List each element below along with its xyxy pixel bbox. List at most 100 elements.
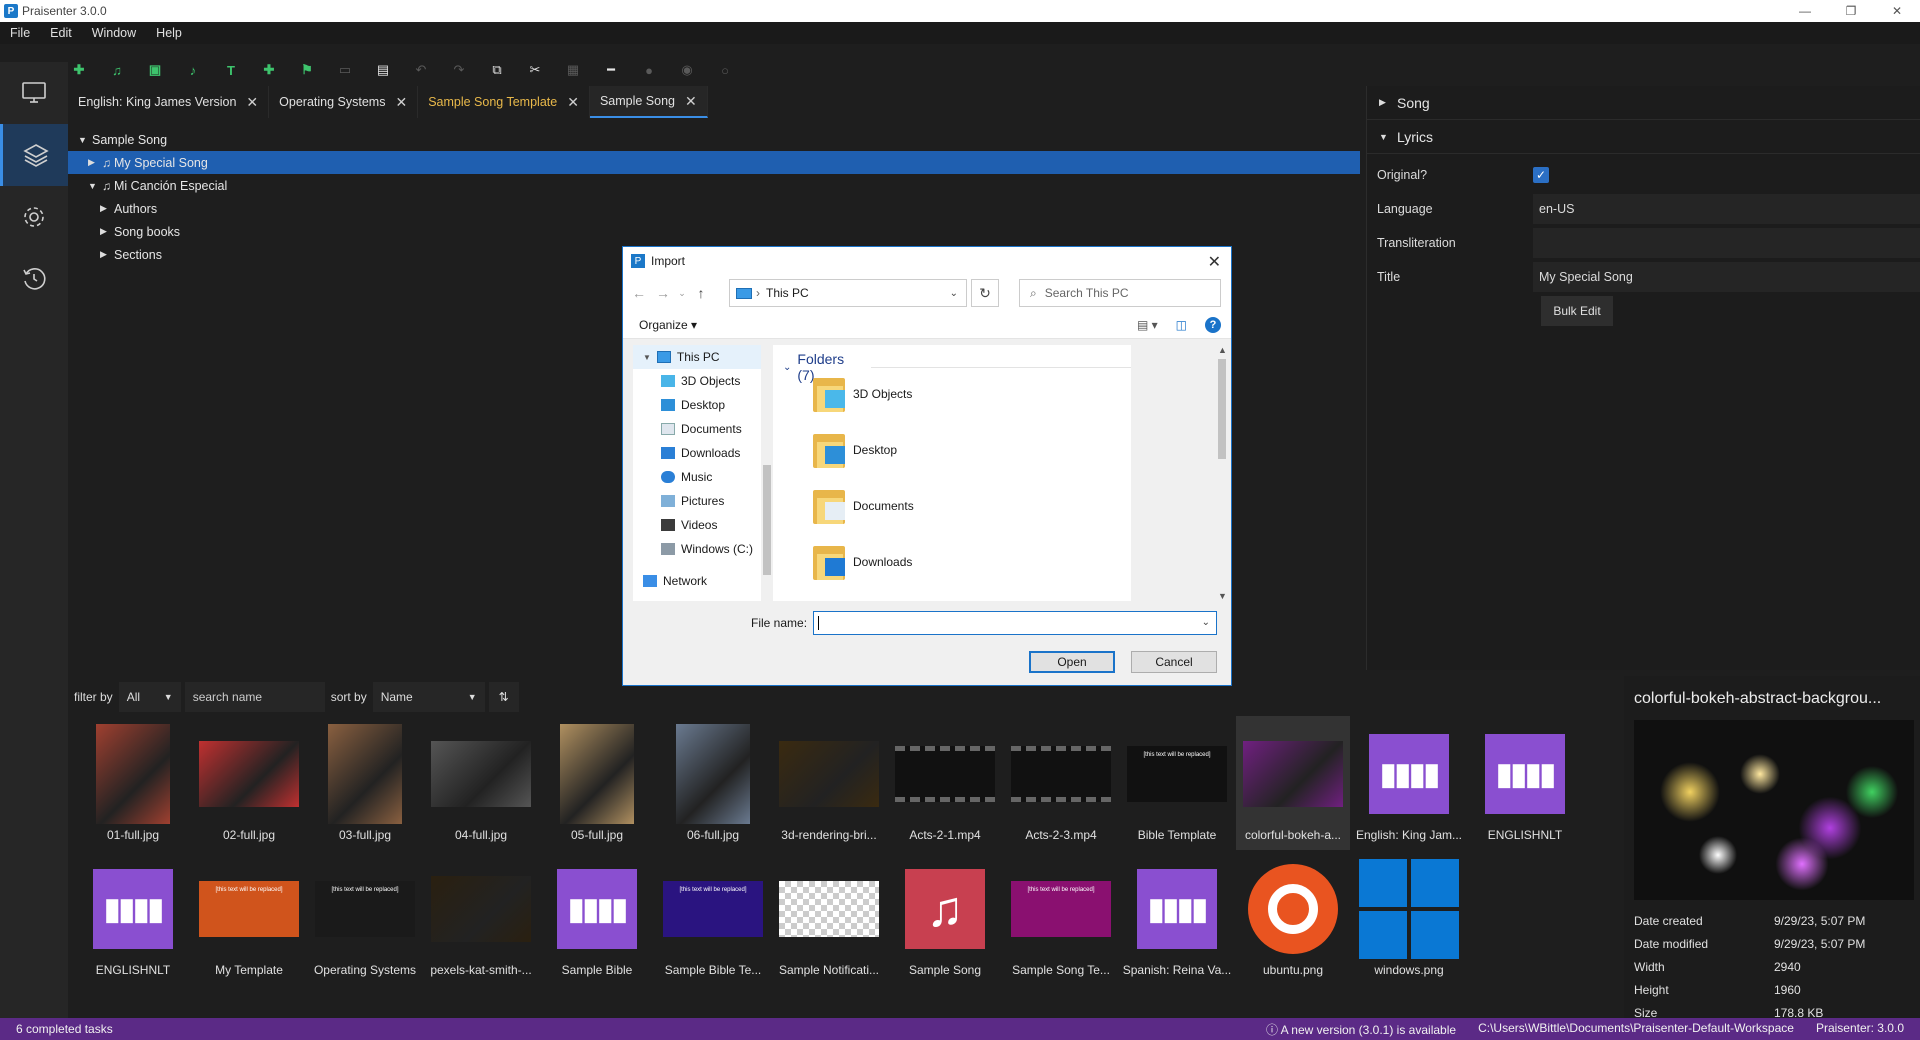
open-button[interactable]: Open (1029, 651, 1115, 673)
new-text-icon[interactable]: T (220, 60, 242, 80)
chevron-down-icon[interactable]: ⌄ (1202, 617, 1210, 628)
media-tile[interactable]: Acts-2-1.mp4 (888, 716, 1002, 850)
minimize-button[interactable]: — (1782, 0, 1828, 22)
up-arrow-icon[interactable]: ↑ (689, 285, 713, 301)
nav-item-cube[interactable]: 3D Objects (633, 369, 761, 393)
scroll-up-arrow-icon[interactable]: ▲ (1218, 345, 1227, 355)
new-presentation-icon[interactable]: ▣ (144, 60, 166, 80)
title-field[interactable]: My Special Song (1533, 262, 1920, 292)
original-checkbox[interactable]: ✓ (1533, 167, 1549, 183)
nav-item-desktop[interactable]: Desktop (633, 393, 761, 417)
file-pane-scrollbar[interactable]: ▲ ▼ (1215, 345, 1229, 601)
close-tab-icon[interactable]: ✕ (567, 94, 579, 111)
collapsed-arrow-icon[interactable]: ▶ (100, 249, 110, 260)
tab-english-kjv[interactable]: English: King James Version ✕ (68, 86, 270, 118)
media-tile[interactable]: [this text will be replaced] Operating Sy… (308, 851, 422, 985)
library-nav-button[interactable] (0, 124, 68, 186)
save-icon[interactable]: ▭ (334, 60, 356, 80)
expanded-arrow-icon[interactable]: ▼ (643, 353, 651, 362)
tab-operating-systems[interactable]: Operating Systems ✕ (269, 86, 419, 118)
scroll-down-arrow-icon[interactable]: ▼ (1218, 591, 1227, 601)
nav-item-videos[interactable]: Videos (633, 513, 761, 537)
nav-item-pc[interactable]: ▼ This PC (633, 345, 761, 369)
close-window-button[interactable]: ✕ (1874, 0, 1920, 22)
circle-filled-icon[interactable]: ● (638, 60, 660, 80)
collapsed-arrow-icon[interactable]: ▶ (100, 203, 110, 214)
media-tile[interactable]: windows.png (1352, 851, 1466, 985)
tree-item-root[interactable]: ▼ Sample Song (68, 128, 1360, 151)
media-tile[interactable]: Acts-2-3.mp4 (1004, 716, 1118, 850)
presentation-nav-button[interactable] (0, 62, 68, 124)
media-tile[interactable]: ▮▮▮▮ ENGLISHNLT (76, 851, 190, 985)
menu-edit[interactable]: Edit (40, 26, 82, 40)
menu-help[interactable]: Help (146, 26, 192, 40)
tree-item-songbooks[interactable]: ▶ Song books (68, 220, 1360, 243)
new-bookmark-icon[interactable]: ⚑ (296, 60, 318, 80)
media-tile[interactable]: 03-full.jpg (308, 716, 422, 850)
folder-item[interactable]: Downloads (813, 539, 1113, 585)
nav-pane-scrollbar[interactable] (761, 345, 773, 601)
nav-item-music[interactable]: Music (633, 465, 761, 489)
recent-dropdown-icon[interactable]: ⌄ (675, 288, 689, 299)
media-tile[interactable]: pexels-kat-smith-... (424, 851, 538, 985)
media-tile[interactable]: 01-full.jpg (76, 716, 190, 850)
expanded-arrow-icon[interactable]: ▼ (78, 135, 88, 145)
circle-target-icon[interactable]: ◉ (676, 60, 698, 80)
view-options-icon[interactable]: ▤ ▾ (1137, 318, 1158, 332)
sort-select[interactable]: Name ▼ (372, 682, 485, 712)
address-bar[interactable]: › This PC ⌄ (729, 279, 967, 307)
refresh-button[interactable]: ↻ (971, 279, 999, 307)
media-tile[interactable]: 3d-rendering-bri... (772, 716, 886, 850)
media-tile[interactable]: 02-full.jpg (192, 716, 306, 850)
paste-icon[interactable]: ▦ (562, 60, 584, 80)
forward-arrow-icon[interactable]: → (651, 285, 675, 301)
nav-item-drive[interactable]: Windows (C:) (633, 537, 761, 561)
close-tab-icon[interactable]: ✕ (246, 94, 258, 111)
folder-item[interactable]: 3D Objects (813, 371, 1113, 417)
nav-item-pictures[interactable]: Pictures (633, 489, 761, 513)
delete-icon[interactable]: ━ (600, 60, 622, 80)
nav-item-docs[interactable]: Documents (633, 417, 761, 441)
file-name-input[interactable]: ⌄ (813, 611, 1217, 635)
task-status[interactable]: 6 completed tasks (0, 1022, 113, 1036)
new-song-icon[interactable]: ♫ (106, 60, 128, 80)
history-nav-button[interactable] (0, 248, 68, 310)
media-tile[interactable]: ▮▮▮▮ Sample Bible (540, 851, 654, 985)
language-field[interactable]: en-US (1533, 194, 1920, 224)
update-notice[interactable]: ⓘ A new version (3.0.1) is available (1266, 1021, 1456, 1038)
preview-pane-icon[interactable]: ◫ (1176, 318, 1187, 332)
tab-sample-song[interactable]: Sample Song ✕ (589, 86, 708, 118)
media-tile[interactable]: 04-full.jpg (424, 716, 538, 850)
undo-icon[interactable]: ↶ (410, 60, 432, 80)
sort-direction-button[interactable]: ⇅ (488, 682, 519, 712)
expanded-arrow-icon[interactable]: ▼ (88, 181, 98, 191)
folder-item[interactable]: Desktop (813, 427, 1113, 473)
bulk-edit-button[interactable]: Bulk Edit (1541, 296, 1613, 326)
organize-button[interactable]: Organize ▾ (639, 318, 697, 332)
close-tab-icon[interactable]: ✕ (685, 93, 697, 110)
collapsed-arrow-icon[interactable]: ▶ (88, 157, 98, 168)
lyrics-section-header[interactable]: ▼ Lyrics (1367, 120, 1920, 154)
media-tile[interactable]: Sample Notificati... (772, 851, 886, 985)
search-name-input[interactable]: search name (184, 682, 325, 712)
media-tile[interactable]: ▮▮▮▮ Spanish: Reina Va... (1120, 851, 1234, 985)
nav-item-download[interactable]: Downloads (633, 441, 761, 465)
circle-outline-icon[interactable]: ○ (714, 60, 736, 80)
help-icon[interactable]: ? (1205, 316, 1221, 333)
scrollbar-thumb[interactable] (763, 465, 771, 575)
media-tile[interactable]: 05-full.jpg (540, 716, 654, 850)
collapsed-arrow-icon[interactable]: ▶ (100, 226, 110, 237)
media-tile[interactable]: 06-full.jpg (656, 716, 770, 850)
settings-nav-button[interactable] (0, 186, 68, 248)
new-media-icon[interactable]: ♪ (182, 60, 204, 80)
tab-sample-song-template[interactable]: Sample Song Template ✕ (418, 86, 590, 118)
tree-item-lyrics[interactable]: ▼ ♫ Mi Canción Especial (68, 174, 1360, 197)
menu-window[interactable]: Window (82, 26, 146, 40)
folder-item[interactable]: Documents (813, 483, 1113, 529)
media-tile[interactable]: [this text will be replaced] My Template (192, 851, 306, 985)
redo-icon[interactable]: ↷ (448, 60, 470, 80)
dialog-search-input[interactable]: ⌕ Search This PC (1019, 279, 1221, 307)
cut-icon[interactable]: ✂ (524, 60, 546, 80)
media-tile[interactable]: ▮▮▮▮ ENGLISHNLT (1468, 716, 1582, 850)
tree-item-authors[interactable]: ▶ Authors (68, 197, 1360, 220)
